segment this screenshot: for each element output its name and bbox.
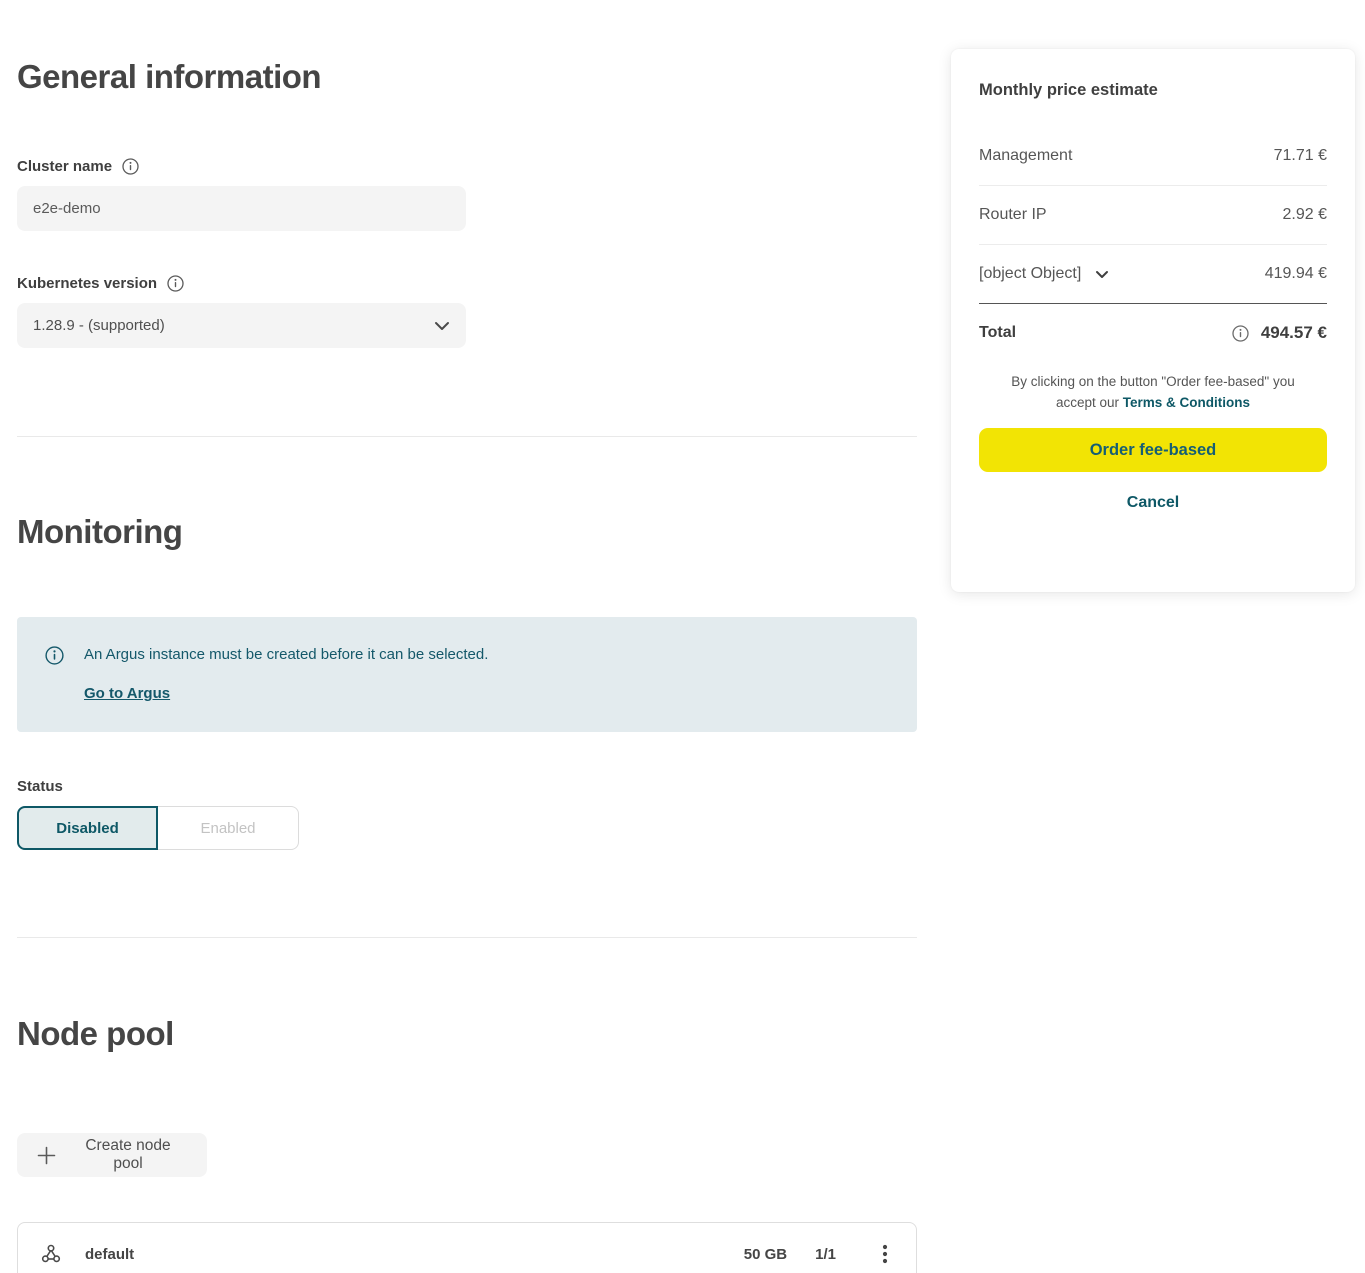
terms-and-conditions-link[interactable]: Terms & Conditions xyxy=(1123,395,1250,410)
order-fee-based-button[interactable]: Order fee-based xyxy=(979,428,1327,472)
section-divider xyxy=(17,436,917,437)
cluster-name-label: Cluster name xyxy=(17,158,112,175)
info-icon xyxy=(45,646,64,732)
cluster-name-input[interactable] xyxy=(17,186,466,231)
info-icon[interactable] xyxy=(1232,325,1249,342)
cancel-button[interactable]: Cancel xyxy=(1127,494,1179,512)
cluster-name-label-row: Cluster name xyxy=(17,158,139,175)
kubernetes-version-selected-value: 1.28.9 - (supported) xyxy=(33,317,165,334)
status-option-disabled[interactable]: Disabled xyxy=(17,806,158,850)
plus-icon xyxy=(37,1146,56,1165)
kubernetes-version-label-row: Kubernetes version xyxy=(17,275,184,292)
info-icon[interactable] xyxy=(167,275,184,292)
terms-line1: By clicking on the button "Order fee-bas… xyxy=(1011,374,1295,389)
kubernetes-version-label: Kubernetes version xyxy=(17,275,157,292)
price-card-title: Monthly price estimate xyxy=(979,81,1327,100)
price-row-label: Management xyxy=(979,147,1072,165)
node-pool-icon xyxy=(39,1242,63,1266)
node-pool-row-left: default xyxy=(39,1242,744,1266)
create-node-pool-button[interactable]: Create node pool xyxy=(17,1133,207,1177)
argus-info-alert: An Argus instance must be created before… xyxy=(17,617,917,732)
total-label: Total xyxy=(979,324,1016,342)
price-row-management: Management 71.71 € xyxy=(979,127,1327,186)
create-node-pool-label: Create node pool xyxy=(69,1137,187,1173)
alert-message: An Argus instance must be created before… xyxy=(84,645,488,665)
kebab-icon xyxy=(882,1242,888,1266)
price-rows: Management 71.71 € Router IP 2.92 € [obj… xyxy=(979,127,1327,362)
node-pool-size: 50 GB xyxy=(744,1246,787,1263)
terms-prefix: accept our xyxy=(1056,395,1119,410)
node-pool-heading: Node pool xyxy=(17,1015,174,1053)
terms-text: By clicking on the button "Order fee-bas… xyxy=(979,371,1327,413)
price-row-value: 71.71 € xyxy=(1274,147,1327,165)
status-option-enabled[interactable]: Enabled xyxy=(158,806,299,850)
status-label: Status xyxy=(17,778,63,795)
general-information-heading: General information xyxy=(17,58,321,96)
node-pool-menu-button[interactable] xyxy=(878,1238,892,1270)
node-pool-node-count: 1/1 xyxy=(815,1246,836,1263)
price-row-router-ip: Router IP 2.92 € xyxy=(979,186,1327,245)
price-row-label: [object Object] xyxy=(979,265,1081,283)
price-row-node-pools: [object Object] 419.94 € xyxy=(979,245,1327,304)
go-to-argus-link[interactable]: Go to Argus xyxy=(84,685,170,702)
price-row-expand-toggle[interactable]: [object Object] xyxy=(979,265,1109,283)
chevron-down-icon xyxy=(1095,270,1109,279)
node-pool-row: default 50 GB 1/1 xyxy=(17,1222,917,1273)
monitoring-heading: Monitoring xyxy=(17,513,182,551)
status-toggle-group: Disabled Enabled xyxy=(17,806,299,850)
monthly-price-estimate-card: Monthly price estimate Management 71.71 … xyxy=(951,49,1355,592)
price-row-value: 2.92 € xyxy=(1283,206,1327,224)
node-pool-name: default xyxy=(85,1246,134,1263)
status-label-row: Status xyxy=(17,778,63,795)
total-value: 494.57 € xyxy=(1261,323,1327,343)
price-total-row: Total 494.57 € xyxy=(979,304,1327,362)
chevron-down-icon xyxy=(434,321,450,331)
cluster-create-page: General information Cluster name Kuberne… xyxy=(0,0,1365,1273)
price-row-value: 419.94 € xyxy=(1265,265,1327,283)
kubernetes-version-select[interactable]: 1.28.9 - (supported) xyxy=(17,303,466,348)
section-divider xyxy=(17,937,917,938)
info-icon[interactable] xyxy=(122,158,139,175)
price-row-label: Router IP xyxy=(979,206,1047,224)
